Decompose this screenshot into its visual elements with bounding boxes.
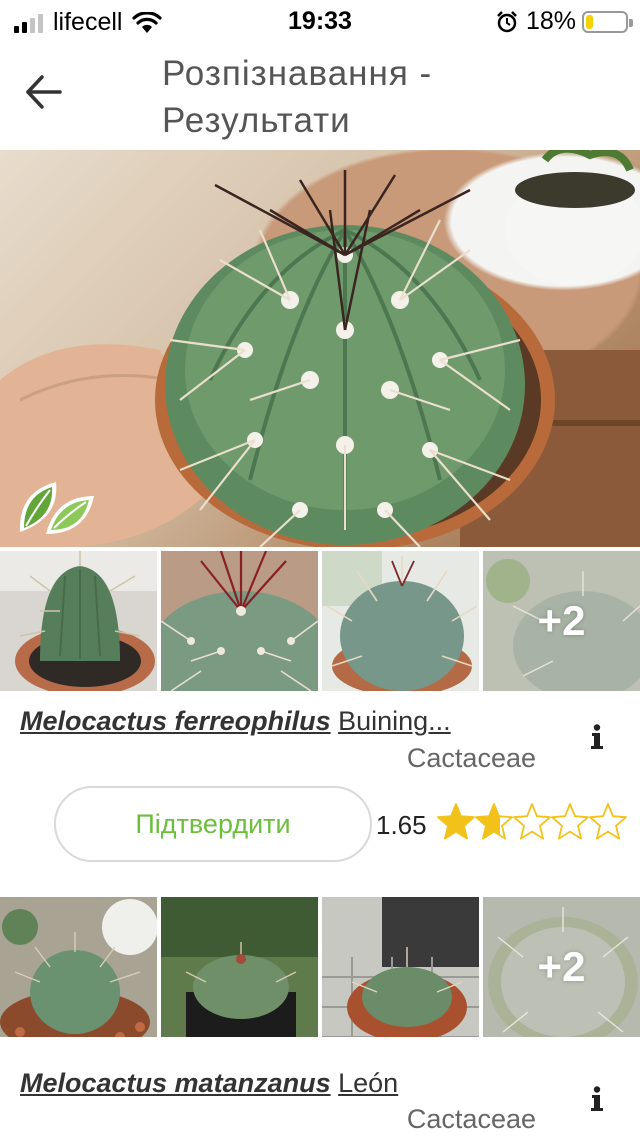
more-images-count: +2 <box>537 943 586 990</box>
star-icon <box>589 803 627 840</box>
more-images-tile[interactable]: +2 <box>483 551 640 691</box>
confirm-button[interactable]: Підтвердити <box>54 786 372 862</box>
reference-image[interactable] <box>0 897 157 1037</box>
rating-stars <box>436 802 627 842</box>
result-1-family: Cactaceae <box>406 743 536 773</box>
arrow-left-icon <box>26 75 62 109</box>
reference-image[interactable] <box>161 897 318 1037</box>
alarm-clock-icon <box>497 10 517 32</box>
reference-image[interactable] <box>161 551 318 691</box>
author-name: Buining... <box>338 706 451 736</box>
page-title: Розпізнавання - Результати <box>162 54 433 140</box>
star-icon <box>475 803 513 840</box>
cactus-photo <box>0 150 640 547</box>
info-icon <box>591 1086 603 1111</box>
match-score: 1.65 <box>376 810 427 840</box>
star-icon <box>513 803 551 840</box>
reference-image[interactable] <box>322 551 479 691</box>
info-icon <box>591 724 603 749</box>
result-2-info-button[interactable] <box>582 1082 612 1116</box>
star-icon <box>437 803 475 840</box>
star-icon <box>551 803 589 840</box>
app-leaf-logo <box>19 482 94 534</box>
reference-image[interactable] <box>0 551 157 691</box>
status-bar: lifecell 19:33 18% <box>0 0 640 40</box>
reference-image[interactable] <box>322 897 479 1037</box>
more-images-tile[interactable]: +2 <box>483 897 640 1037</box>
battery-icon <box>582 10 633 33</box>
more-images-count: +2 <box>537 597 586 644</box>
app-header: Розпізнавання - Результати <box>0 40 640 150</box>
result-1-scientific-name[interactable]: Melocactus ferreophilus Buining... <box>20 706 451 737</box>
uploaded-photo[interactable] <box>0 150 640 547</box>
species-name: Melocactus ferreophilus <box>20 706 331 736</box>
battery-percent: 18% <box>525 7 576 35</box>
result-1-info-button[interactable] <box>582 720 612 754</box>
result-2-scientific-name[interactable]: Melocactus matanzanus León <box>20 1068 398 1099</box>
back-button[interactable] <box>18 66 70 118</box>
result-2-thumbnails: +2 <box>0 897 640 1037</box>
species-name: Melocactus matanzanus <box>20 1068 331 1098</box>
result-2-family: Cactaceae <box>406 1104 536 1134</box>
author-name: León <box>338 1068 399 1098</box>
result-1-thumbnails: +2 <box>0 551 640 691</box>
